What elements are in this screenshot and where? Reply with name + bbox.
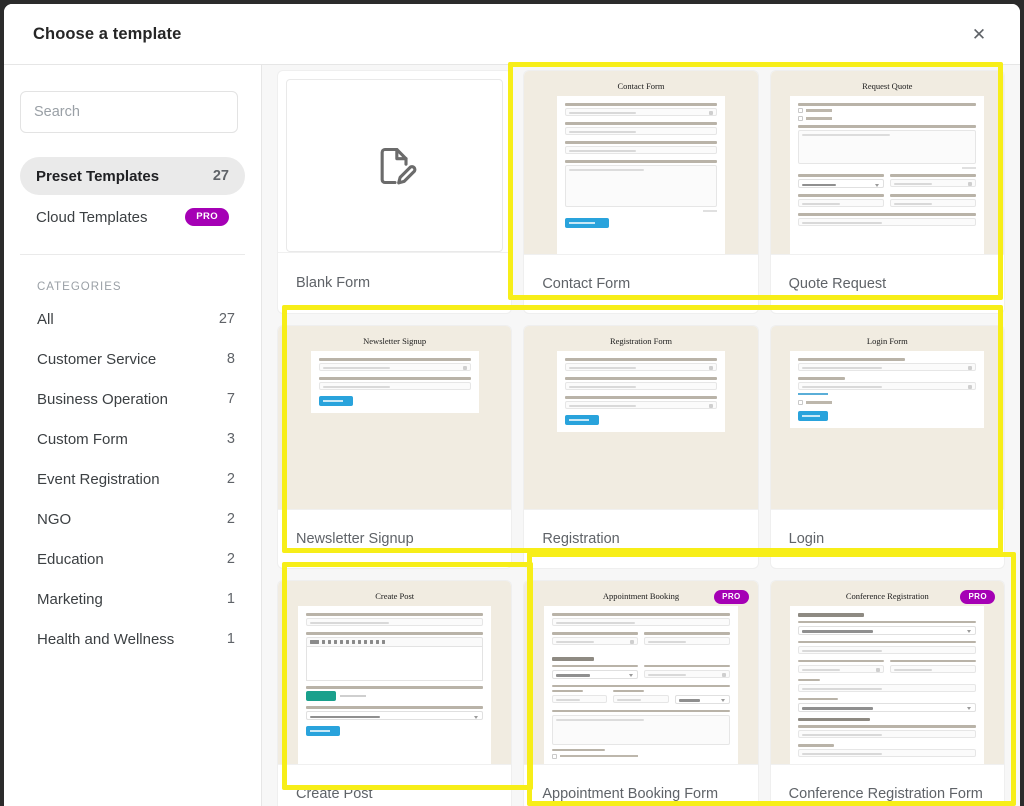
template-grid: Blank Form Contact Form Contact Form Req… [278, 65, 1004, 806]
template-preview: Create Post [278, 581, 512, 764]
template-title: Create Post [278, 764, 512, 806]
template-title: Newsletter Signup [278, 509, 512, 568]
category-label: Marketing [37, 590, 103, 608]
preview-sheet [310, 351, 479, 413]
template-card-create-post[interactable]: Create Post Create Post [278, 581, 512, 806]
template-grid-area: Blank Form Contact Form Contact Form Req… [262, 65, 1020, 806]
template-title: Login [770, 509, 1004, 568]
template-card-blank-form[interactable]: Blank Form [278, 71, 512, 313]
editor-toolbar-icons [305, 637, 484, 647]
preview-sheet [544, 606, 738, 764]
template-title: Conference Registration Form [770, 764, 1004, 806]
template-title: Contact Form [524, 254, 758, 313]
category-count: 3 [226, 431, 235, 447]
category-count: 1 [226, 631, 235, 647]
search-container [4, 65, 261, 133]
category-count: 27 [218, 311, 235, 327]
template-preview: PRO Conference Registration [770, 581, 1004, 764]
sidebar: Preset Templates 27 Cloud Templates PRO … [4, 65, 262, 806]
sidebar-item-cloud-templates[interactable]: Cloud Templates PRO [20, 198, 245, 236]
category-item-all[interactable]: All 27 [37, 299, 235, 339]
template-preview: Registration Form [524, 326, 758, 509]
categories-list: All 27 Customer Service 8 Business Opera… [4, 299, 261, 659]
preview-title: Appointment Booking [602, 591, 680, 601]
preview-title: Registration Form [609, 336, 673, 346]
template-card-registration[interactable]: Registration Form Registration [524, 326, 758, 568]
category-item-health-and-wellness[interactable]: Health and Wellness 1 [37, 619, 235, 659]
sidebar-item-count: 27 [212, 168, 229, 184]
template-title: Blank Form [278, 252, 512, 313]
template-card-newsletter-signup[interactable]: Newsletter Signup Newsletter Signup [278, 326, 512, 568]
category-label: Health and Wellness [37, 630, 175, 648]
template-card-conference-registration[interactable]: PRO Conference Registration Conference R… [770, 581, 1004, 806]
sidebar-divider [20, 254, 245, 255]
preview-title: Contact Form [617, 81, 665, 91]
template-title: Registration [524, 509, 758, 568]
category-count: 8 [226, 351, 235, 367]
sidebar-item-label: Cloud Templates [36, 208, 148, 226]
template-card-quote-request[interactable]: Request Quote Quote Request [770, 71, 1004, 313]
category-item-marketing[interactable]: Marketing 1 [37, 579, 235, 619]
categories-header: CATEGORIES [37, 281, 122, 293]
category-count: 2 [226, 511, 235, 527]
template-preview: Contact Form [524, 71, 758, 254]
choose-template-modal: Choose a template ✕ Preset Templates 27 … [4, 4, 1020, 806]
template-preview [286, 79, 504, 252]
preview-title: Conference Registration [845, 591, 929, 601]
search-input[interactable] [20, 91, 238, 133]
preview-sheet [790, 351, 985, 428]
preview-sheet [297, 606, 492, 764]
template-preview: Newsletter Signup [278, 326, 512, 509]
category-count: 1 [226, 591, 235, 607]
category-label: Business Operation [37, 390, 168, 408]
template-preview: PRO Appointment Booking [524, 581, 758, 764]
sidebar-item-preset-templates[interactable]: Preset Templates 27 [20, 157, 245, 195]
category-label: Event Registration [37, 470, 160, 488]
modal-body: Preset Templates 27 Cloud Templates PRO … [4, 65, 1020, 806]
preview-title: Login Form [866, 336, 908, 346]
category-label: All [37, 310, 54, 328]
page-title: Choose a template [33, 24, 182, 43]
preview-sheet [790, 606, 985, 764]
template-title: Quote Request [770, 254, 1004, 313]
category-item-business-operation[interactable]: Business Operation 7 [37, 379, 235, 419]
template-preview: Request Quote [770, 71, 1004, 254]
category-label: NGO [37, 510, 72, 528]
category-count: 2 [226, 471, 235, 487]
pro-badge: PRO [714, 590, 749, 604]
pro-badge: PRO [960, 590, 995, 604]
category-item-event-registration[interactable]: Event Registration 2 [37, 459, 235, 499]
category-count: 7 [226, 391, 235, 407]
category-item-ngo[interactable]: NGO 2 [37, 499, 235, 539]
category-item-custom-form[interactable]: Custom Form 3 [37, 419, 235, 459]
choose-file-button [305, 691, 336, 701]
template-card-appointment-booking[interactable]: PRO Appointment Booking Appointment Book… [524, 581, 758, 806]
template-card-login[interactable]: Login Form Login [770, 326, 1004, 568]
preview-sheet [790, 96, 985, 254]
close-icon[interactable]: ✕ [966, 21, 992, 47]
preview-sheet [557, 351, 725, 432]
preview-title: Create Post [375, 591, 415, 601]
preview-title: Request Quote [862, 81, 913, 91]
template-card-contact-form[interactable]: Contact Form Contact Form [524, 71, 758, 313]
sidebar-item-label: Preset Templates [36, 167, 160, 185]
modal-header: Choose a template ✕ [4, 4, 1020, 65]
template-preview: Login Form [770, 326, 1004, 509]
pro-badge: PRO [185, 208, 229, 226]
template-title: Appointment Booking Form [524, 764, 758, 806]
preview-sheet [557, 96, 725, 254]
document-edit-icon [380, 147, 417, 184]
category-count: 2 [226, 551, 235, 567]
preview-title: Newsletter Signup [363, 336, 427, 346]
category-label: Custom Form [37, 430, 128, 448]
category-label: Customer Service [37, 350, 157, 368]
category-item-education[interactable]: Education 2 [37, 539, 235, 579]
category-item-customer-service[interactable]: Customer Service 8 [37, 339, 235, 379]
sidebar-nav: Preset Templates 27 Cloud Templates PRO [4, 157, 261, 236]
category-label: Education [37, 550, 104, 568]
